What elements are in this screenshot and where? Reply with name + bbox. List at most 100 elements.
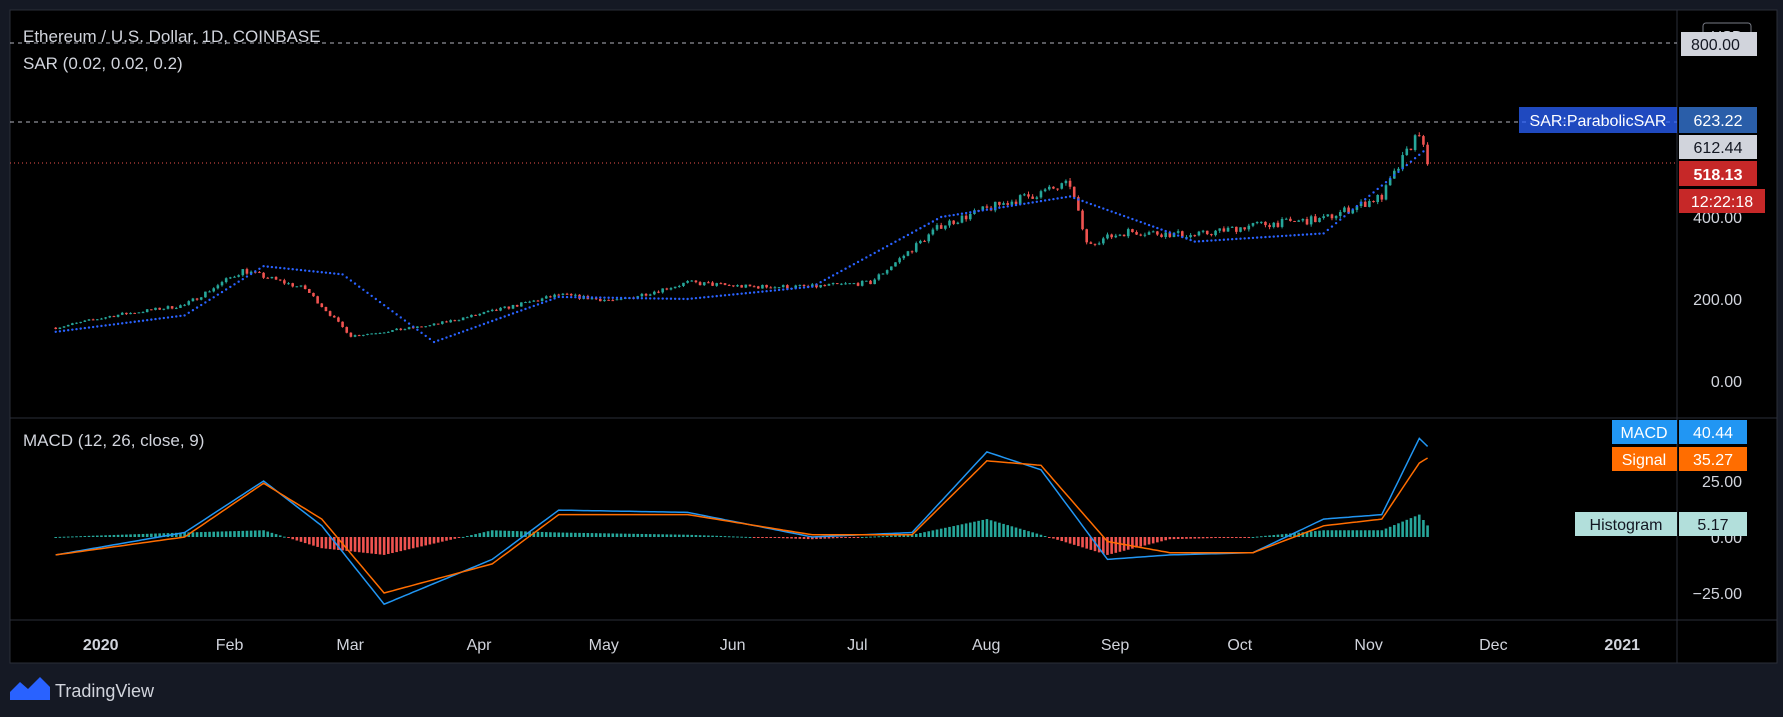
candle-body xyxy=(1006,203,1010,205)
histogram-bar xyxy=(1372,530,1375,537)
histogram-bar xyxy=(1102,537,1105,554)
candle-body xyxy=(844,283,847,285)
candle-body xyxy=(470,314,473,318)
candle-body xyxy=(1056,188,1059,190)
sar-dot xyxy=(786,287,789,291)
candle-body xyxy=(603,299,606,302)
sar-indicator-legend[interactable]: SAR (0.02, 0.02, 0.2) xyxy=(23,54,183,73)
histogram-bar xyxy=(661,534,664,537)
sar-dot xyxy=(511,312,515,315)
candle-body xyxy=(495,309,498,311)
histogram-bar xyxy=(565,532,569,537)
histogram-bar xyxy=(748,537,752,538)
sar-dot xyxy=(885,245,889,248)
sar-dot xyxy=(308,269,311,273)
sar-dot xyxy=(1372,191,1375,194)
signal-value-label: 35.27 xyxy=(1679,447,1747,471)
sar-dot xyxy=(653,297,656,300)
candle-body xyxy=(852,283,856,285)
candle-body xyxy=(835,283,839,285)
candle-body xyxy=(195,298,199,300)
candle-body xyxy=(744,284,748,288)
macd-tag-label: MACD xyxy=(1620,425,1667,442)
sar-dot xyxy=(794,287,797,290)
sar-dot xyxy=(736,292,739,296)
candle-body xyxy=(1289,218,1292,221)
histogram-bar xyxy=(873,536,876,538)
sar-dot xyxy=(470,327,473,330)
signal-tag-label: Signal xyxy=(1622,452,1666,469)
histogram-bar xyxy=(241,530,245,537)
histogram-bar xyxy=(420,537,423,547)
sar-dot xyxy=(574,296,577,299)
histogram-bar xyxy=(769,537,773,538)
histogram-bar xyxy=(1068,537,1072,544)
histogram-bar xyxy=(823,537,827,539)
sar-dot xyxy=(856,260,860,264)
candle-body xyxy=(561,293,565,295)
candle-body xyxy=(682,282,685,286)
candle-body xyxy=(482,312,486,314)
histogram-bar xyxy=(270,532,274,537)
histogram-bar xyxy=(1164,537,1167,541)
sar-dot xyxy=(798,286,802,290)
candle-body xyxy=(220,282,224,286)
histogram-value: 5.17 xyxy=(1697,517,1728,534)
candle-body xyxy=(1417,135,1421,137)
candle-body xyxy=(1018,195,1022,205)
sar-dot xyxy=(773,289,777,292)
sar-dot xyxy=(1039,199,1043,203)
histogram-bar xyxy=(91,535,95,537)
histogram-bar xyxy=(648,534,652,537)
candle-body xyxy=(727,284,731,286)
histogram-bar xyxy=(786,537,789,539)
candle-body xyxy=(923,240,926,242)
histogram-bar xyxy=(441,537,444,542)
histogram-bar xyxy=(702,535,706,537)
candle-body xyxy=(1247,225,1251,230)
sar-dot xyxy=(582,296,585,299)
candle-body xyxy=(403,329,407,331)
sar-dot xyxy=(303,269,307,272)
candle-body xyxy=(919,240,922,244)
candle-body xyxy=(362,334,365,336)
histogram-bar xyxy=(145,533,149,537)
candle-body xyxy=(827,284,831,286)
candle-body xyxy=(1305,219,1309,225)
histogram-bar xyxy=(428,537,432,545)
sar-dot xyxy=(1127,216,1130,219)
sar-dot xyxy=(387,307,390,310)
histogram-bar xyxy=(744,536,748,538)
candle-body xyxy=(939,225,943,229)
histogram-bar xyxy=(216,531,220,537)
sar-dot xyxy=(507,313,511,317)
sar-dot xyxy=(145,318,149,322)
candle-body xyxy=(1147,232,1151,235)
candle-body xyxy=(1210,234,1213,236)
histogram-bar xyxy=(495,530,498,537)
sar-dot xyxy=(1189,238,1192,242)
histogram-bar xyxy=(1268,535,1271,537)
candle-body xyxy=(395,328,398,331)
candle-body xyxy=(1085,229,1088,243)
histogram-bar xyxy=(262,530,265,537)
candle-body xyxy=(511,305,515,309)
histogram-bar xyxy=(386,537,390,554)
histogram-bar xyxy=(985,519,989,537)
candle-body xyxy=(187,301,191,305)
candle-body xyxy=(823,285,827,287)
histogram-bar xyxy=(353,537,357,552)
sar-dot xyxy=(420,331,423,335)
histogram-tag: Histogram xyxy=(1575,512,1677,536)
sar-dot xyxy=(732,293,735,296)
histogram-bar xyxy=(258,530,261,537)
histogram-bar xyxy=(569,532,573,537)
histogram-bar xyxy=(432,537,436,544)
histogram-bar xyxy=(715,535,719,537)
histogram-bar xyxy=(436,537,440,543)
macd-indicator-legend[interactable]: MACD (12, 26, close, 9) xyxy=(23,431,204,450)
candle-body xyxy=(428,325,432,327)
chart-svg[interactable]: 0.00200.00400.00 25.000.00−25.00 2020 Feb… xyxy=(0,0,1783,717)
candle-body xyxy=(270,276,274,279)
candle-body xyxy=(1218,228,1222,231)
